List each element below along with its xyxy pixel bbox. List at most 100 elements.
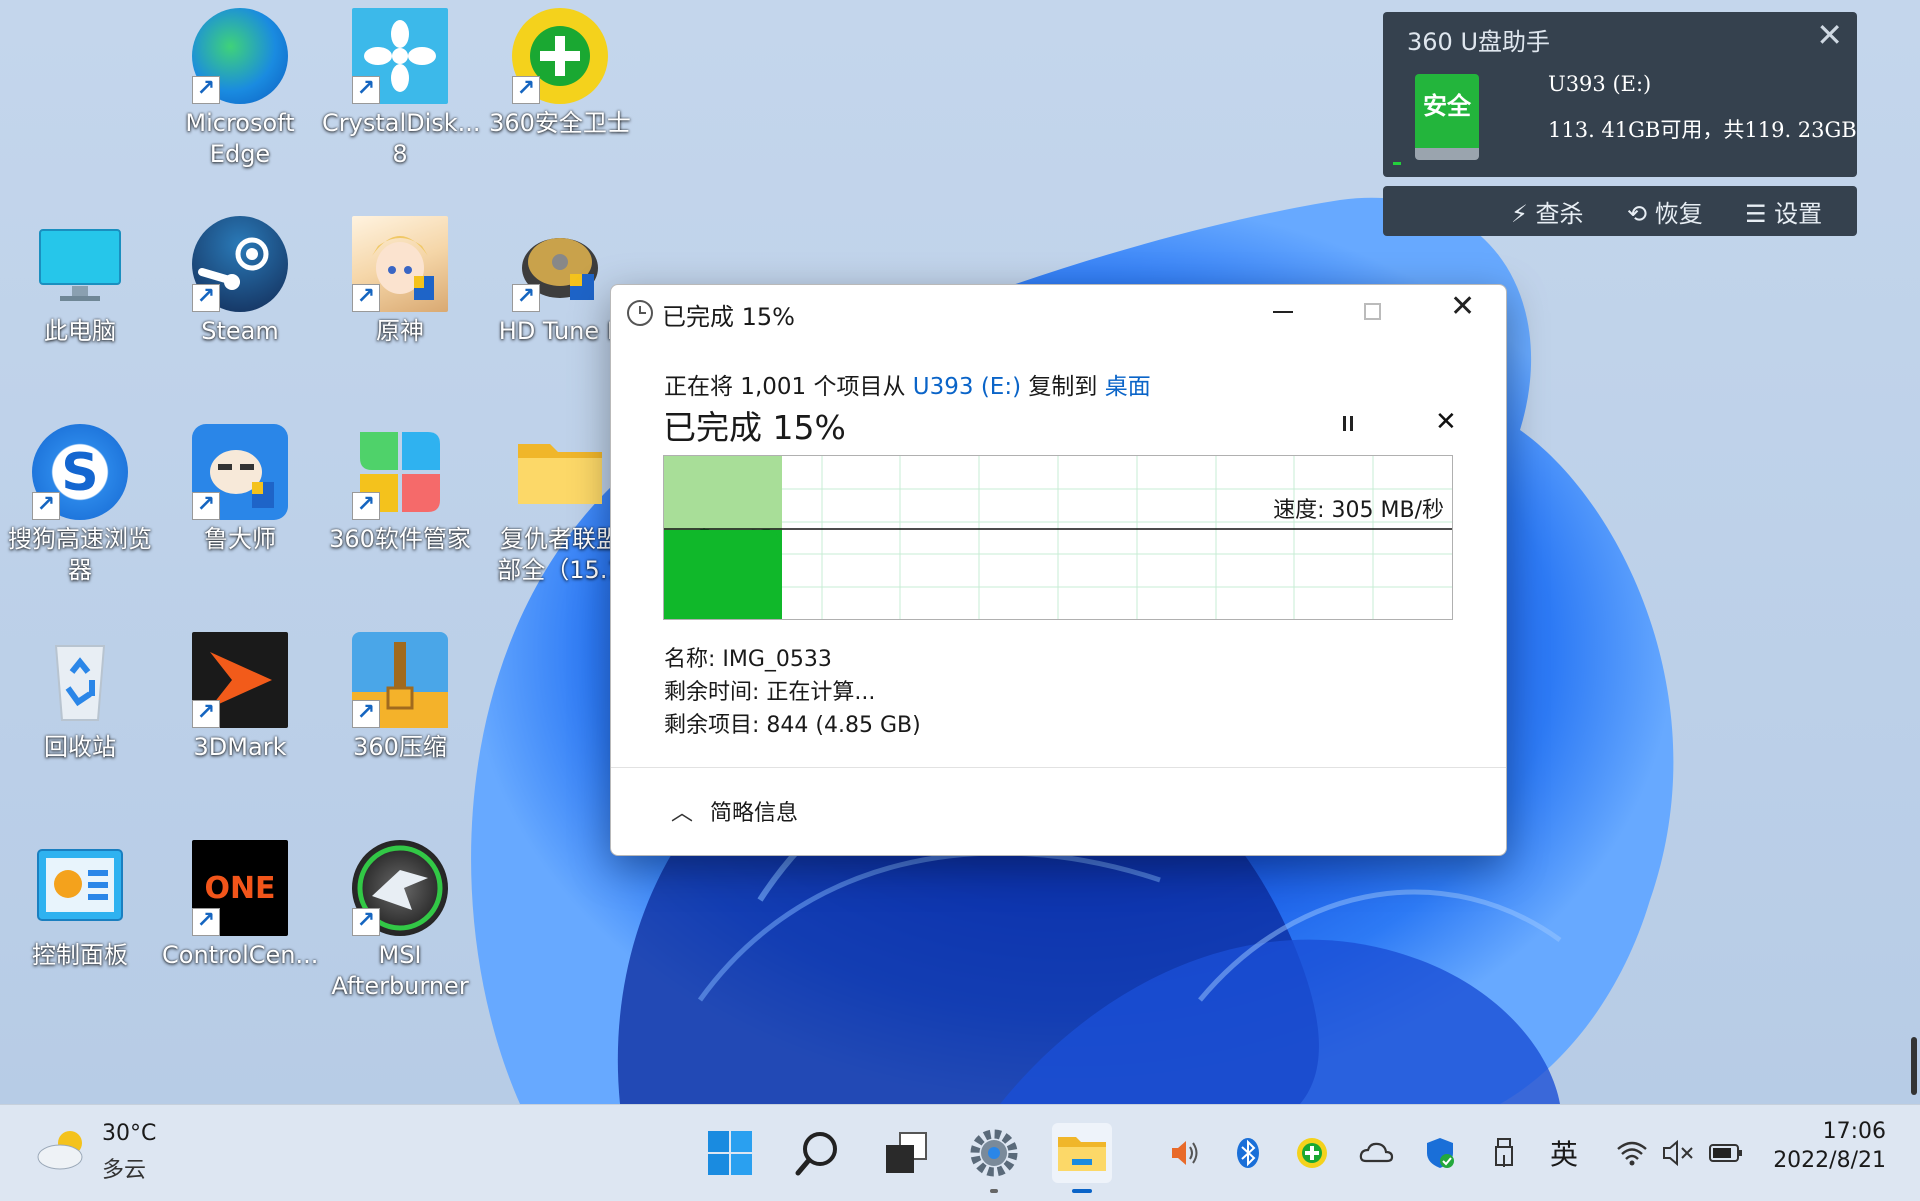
shortcut-arrow-icon: ↗: [352, 76, 380, 104]
pause-button[interactable]: [1327, 403, 1371, 447]
msi-afterburner-icon: ↗: [352, 840, 448, 936]
scan-label: 查杀: [1535, 200, 1584, 228]
restore-button[interactable]: ⟲ 恢复: [1627, 194, 1703, 229]
dialog-titlebar: 已完成 15% ✕: [611, 285, 1506, 341]
sogou-browser-icon: S ↗: [32, 424, 128, 520]
maximize-button[interactable]: [1343, 285, 1403, 337]
copy-description: 正在将 1,001 个项目从 U393 (E:) 复制到 桌面: [664, 367, 1151, 401]
battery-icon[interactable]: [1708, 1135, 1744, 1171]
desktop-icon-360-software[interactable]: ↗ 360软件管家: [322, 416, 478, 606]
ime-indicator[interactable]: 英: [1550, 1133, 1578, 1173]
volume-mute-icon[interactable]: [1660, 1135, 1696, 1171]
speaker-icon[interactable]: [1166, 1135, 1202, 1171]
security-shield-icon[interactable]: [1422, 1135, 1458, 1171]
dialog-title: 已完成 15%: [662, 303, 795, 331]
genshin-icon: ↗: [352, 216, 448, 312]
file-explorer-button[interactable]: [1052, 1123, 1112, 1193]
edge-icon: ↗: [192, 8, 288, 104]
360-zip-icon: ↗: [352, 632, 448, 728]
onedrive-icon[interactable]: [1358, 1135, 1394, 1171]
desktop-icon-control-panel[interactable]: 控制面板: [2, 832, 158, 1022]
folder-icon: [512, 424, 608, 520]
shortcut-arrow-icon: ↗: [512, 76, 540, 104]
360-tray-icon[interactable]: [1294, 1135, 1330, 1171]
control-panel-icon: [32, 840, 128, 936]
task-view-button[interactable]: [876, 1123, 936, 1183]
shortcut-arrow-icon: ↗: [352, 492, 380, 520]
desktop-icon-label: Steam: [201, 317, 279, 345]
desktop-icon-label: 回收站: [44, 733, 116, 761]
items-remaining: 剩余项目: 844 (4.85 GB): [664, 713, 921, 738]
close-icon: ✕: [1450, 289, 1476, 324]
weather-desc: 多云: [102, 1158, 147, 1183]
start-button[interactable]: [700, 1123, 760, 1183]
usb-helper-status-dot: [1393, 162, 1401, 165]
recycle-bin-icon: [32, 632, 128, 728]
desktop-icon-3dmark[interactable]: ↗ 3DMark: [162, 624, 318, 814]
monitor-icon: [32, 216, 128, 312]
desktop-icon-controlcenter[interactable]: ONE ↗ ControlCen...: [162, 832, 318, 1022]
restore-label: 恢复: [1654, 200, 1703, 228]
controlcenter-icon: ONE ↗: [192, 840, 288, 936]
fewer-details-toggle[interactable]: ︿ 简略信息: [671, 795, 798, 827]
desktop-icon-steam[interactable]: ↗ Steam: [162, 208, 318, 398]
clock[interactable]: 17:06 2022/8/21: [1760, 1119, 1886, 1173]
desktop-icon-label: 搜狗高速浏览 器: [8, 525, 152, 584]
active-indicator: [1072, 1189, 1092, 1193]
shortcut-arrow-icon: ↗: [32, 492, 60, 520]
shortcut-arrow-icon: ↗: [192, 908, 220, 936]
wifi-icon[interactable]: [1614, 1135, 1650, 1171]
desktop-icon-msi-afterburner[interactable]: ↗ MSI Afterburner: [322, 832, 478, 1022]
desktop-icon-label: MSI Afterburner: [331, 941, 469, 1000]
bluetooth-icon[interactable]: [1230, 1135, 1266, 1171]
chevron-up-icon: ︿: [671, 801, 694, 826]
cancel-icon: ✕: [1435, 407, 1457, 437]
desktop-icon-label: 原神: [376, 317, 424, 345]
ludashi-icon: ↗: [192, 424, 288, 520]
desktop-icon-label: 360安全卫士: [489, 109, 631, 137]
speed-label: 速度: 305 MB/秒: [1273, 498, 1444, 523]
restore-icon: ⟲: [1627, 200, 1648, 228]
search-icon: [795, 1132, 837, 1176]
usb-drive-name: U393 (E:): [1548, 72, 1652, 96]
cloudy-icon: [37, 1131, 83, 1170]
close-icon[interactable]: ✕: [1816, 16, 1843, 54]
copy-description-middle: 复制到: [1021, 374, 1105, 400]
desktop-icon-sogou-browser[interactable]: S ↗ 搜狗高速浏览 器: [2, 416, 158, 606]
desktop-icon-this-pc[interactable]: 此电脑: [2, 208, 158, 398]
minimize-icon: [1273, 311, 1293, 313]
safe-badge: 安全: [1423, 92, 1471, 120]
360-security-icon: ↗: [512, 8, 608, 104]
scan-button[interactable]: ⚡ 查杀: [1511, 194, 1584, 229]
desktop-icon-360-security[interactable]: ↗ 360安全卫士: [482, 0, 638, 190]
gear-icon: [970, 1129, 1018, 1177]
windows-icon: [708, 1131, 752, 1175]
pause-icon: [1343, 416, 1353, 431]
folder-icon: [1058, 1137, 1106, 1171]
desktop-icon-genshin[interactable]: ↗ 原神: [322, 208, 478, 398]
destination-link[interactable]: 桌面: [1105, 374, 1151, 400]
desktop-icon-recycle-bin[interactable]: 回收站: [2, 624, 158, 814]
desktop-icon-label: 此电脑: [44, 317, 116, 345]
task-view-icon: [886, 1132, 927, 1173]
lightning-icon: ⚡: [1511, 200, 1528, 228]
weather-widget[interactable]: 30°C 多云: [36, 1121, 176, 1185]
desktop-icon-edge[interactable]: ↗ Microsoft Edge: [162, 0, 318, 190]
shortcut-arrow-icon: ↗: [512, 284, 540, 312]
shortcut-arrow-icon: ↗: [192, 284, 220, 312]
search-button[interactable]: [788, 1123, 848, 1183]
desktop-icon-ludashi[interactable]: ↗ 鲁大师: [162, 416, 318, 606]
source-link[interactable]: U393 (E:): [913, 374, 1021, 400]
settings-button[interactable]: ☰ 设置: [1745, 194, 1822, 229]
close-button[interactable]: ✕: [1433, 285, 1493, 337]
time-remaining: 剩余时间: 正在计算...: [664, 680, 876, 705]
shortcut-arrow-icon: ↗: [192, 700, 220, 728]
cancel-button[interactable]: ✕: [1423, 403, 1467, 447]
settings-taskbar-button[interactable]: [964, 1123, 1024, 1193]
usb-eject-icon[interactable]: [1486, 1135, 1522, 1171]
desktop-icon-crystaldisk[interactable]: ↗ CrystalDisk... 8: [322, 0, 481, 190]
desktop-icon-label: 360压缩: [353, 733, 447, 761]
minimize-button[interactable]: [1253, 285, 1313, 337]
scroll-indicator: [1911, 1037, 1917, 1095]
desktop-icon-360-zip[interactable]: ↗ 360压缩: [322, 624, 478, 814]
